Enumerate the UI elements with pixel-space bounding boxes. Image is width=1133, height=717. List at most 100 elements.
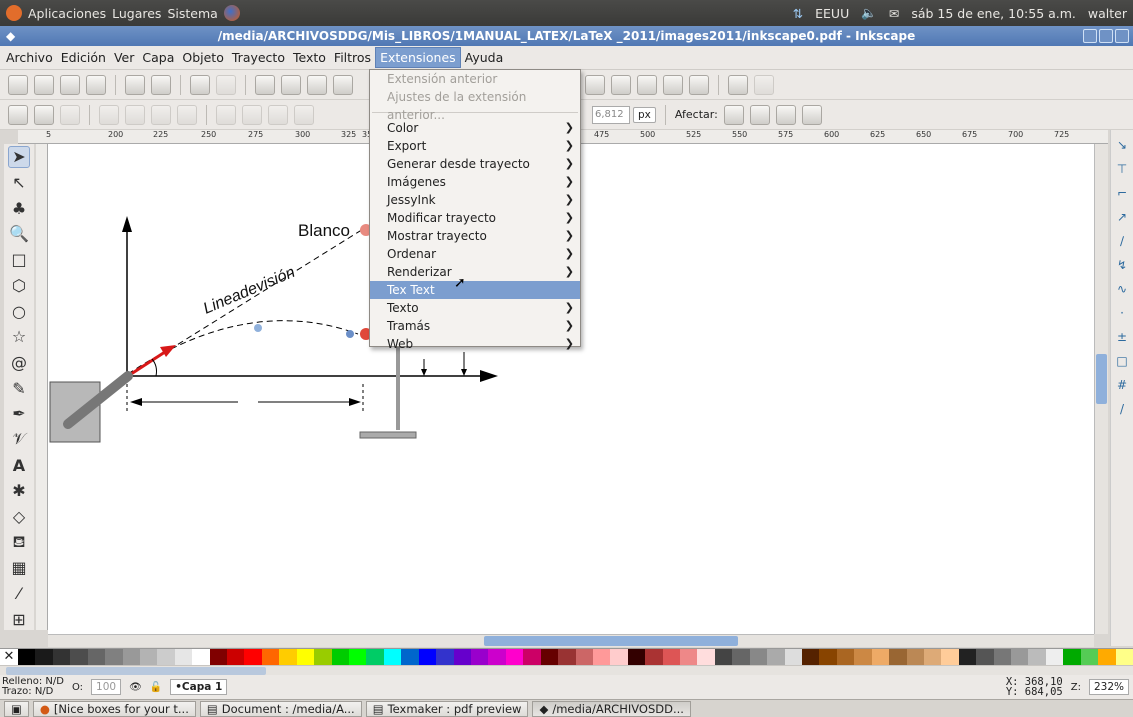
rotate-cw-icon[interactable] (125, 104, 145, 125)
horizontal-scrollbar[interactable] (48, 634, 1094, 647)
menu-extensiones[interactable]: Extensiones (375, 47, 461, 68)
menu-objeto[interactable]: Objeto (178, 48, 228, 67)
palette-swatch[interactable] (854, 649, 872, 665)
window-titlebar[interactable]: ◆ /media/ARCHIVOSDDG/Mis_LIBROS/1MANUAL_… (0, 26, 1133, 46)
ubuntu-logo-icon[interactable] (6, 5, 22, 21)
export-icon[interactable] (151, 74, 171, 95)
palette-swatch[interactable] (680, 649, 698, 665)
palette-swatch[interactable] (105, 649, 123, 665)
vertical-ruler[interactable] (36, 144, 48, 630)
palette-swatch[interactable] (1045, 649, 1064, 665)
menu-item-visualize-path[interactable]: Mostrar trayecto ❯ (370, 227, 580, 245)
menu-archivo[interactable]: Archivo (2, 48, 57, 67)
xml-editor-icon[interactable] (663, 74, 683, 95)
menu-item-export[interactable]: Export ❯ (370, 137, 580, 155)
palette-swatch[interactable] (1115, 649, 1133, 665)
menu-item-color[interactable]: Color ❯ (370, 119, 580, 137)
palette-swatch[interactable] (1080, 649, 1099, 665)
star-tool-icon[interactable]: ☆ (8, 326, 30, 348)
opacity-input[interactable]: 100 (91, 679, 122, 695)
palette-swatch[interactable] (139, 649, 158, 665)
pencil-tool-icon[interactable]: ✎ (8, 377, 30, 399)
user-menu[interactable]: walter (1088, 6, 1127, 21)
menu-item-text[interactable]: Texto ❯ (370, 299, 580, 317)
menu-ver[interactable]: Ver (110, 48, 138, 67)
pen-tool-icon[interactable]: ✒ (8, 403, 30, 425)
palette-swatch[interactable] (906, 649, 924, 665)
select-all-icon[interactable] (8, 104, 28, 125)
snap-midpoint-icon[interactable]: · (1120, 306, 1124, 320)
raise-icon[interactable] (242, 104, 262, 125)
scale-corners-icon[interactable] (749, 104, 770, 125)
taskbar-item-inkscape[interactable]: ◆/media/ARCHIVOSDD... (532, 700, 691, 717)
selector-tool-icon[interactable]: ➤ (8, 146, 30, 168)
palette-swatch[interactable] (871, 649, 890, 665)
snap-center-icon[interactable]: ± (1117, 330, 1127, 344)
menu-item-tex-text[interactable]: Tex Text (370, 281, 580, 299)
menu-capa[interactable]: Capa (138, 48, 178, 67)
lower-icon[interactable] (268, 104, 288, 125)
palette-swatch[interactable] (540, 649, 559, 665)
palette-swatch[interactable] (401, 649, 419, 665)
menu-sistema[interactable]: Sistema (167, 6, 217, 21)
palette-swatch[interactable] (558, 649, 576, 665)
palette-swatch[interactable] (157, 649, 175, 665)
snap-bbox-icon[interactable]: ⊤ (1117, 162, 1127, 176)
copy-icon[interactable] (255, 74, 275, 95)
palette-swatch[interactable] (174, 649, 193, 665)
print-icon[interactable] (86, 74, 106, 95)
horizontal-scroll-thumb[interactable] (484, 636, 738, 646)
palette-swatch[interactable] (801, 649, 820, 665)
align-distribute-icon[interactable] (689, 74, 709, 95)
redo-icon[interactable] (216, 74, 236, 95)
close-button[interactable] (1115, 29, 1129, 43)
layer-lock-icon[interactable]: 🔓 (150, 682, 162, 693)
palette-swatch[interactable] (192, 649, 210, 665)
menu-lugares[interactable]: Lugares (112, 6, 161, 21)
rectangle-tool-icon[interactable]: □ (8, 249, 30, 271)
open-document-icon[interactable] (34, 74, 54, 95)
snap-smooth-icon[interactable]: ∿ (1117, 282, 1127, 296)
mail-icon[interactable]: ✉ (889, 6, 899, 21)
palette-swatch[interactable] (627, 649, 646, 665)
palette-swatch[interactable] (749, 649, 768, 665)
snap-guide-icon[interactable]: / (1120, 402, 1124, 416)
palette-swatch[interactable] (505, 649, 524, 665)
palette-swatch[interactable] (714, 649, 733, 665)
cut-icon[interactable] (281, 74, 301, 95)
palette-swatch[interactable] (488, 649, 506, 665)
snap-nodes-icon[interactable]: ⌐ (1117, 186, 1127, 200)
layer-visibility-icon[interactable]: 👁 (129, 682, 142, 693)
palette-swatch[interactable] (1028, 649, 1046, 665)
menu-item-rasters[interactable]: Tramás ❯ (370, 317, 580, 335)
palette-swatch[interactable] (366, 649, 384, 665)
palette-swatch[interactable] (941, 649, 959, 665)
taskbar-item-texmaker[interactable]: ▤ Texmaker : pdf preview (365, 700, 529, 717)
snap-grid-icon[interactable]: # (1117, 378, 1127, 392)
dropper-tool-icon[interactable]: ⁄ (8, 583, 30, 605)
3d-box-tool-icon[interactable]: ⬡ (8, 274, 30, 296)
network-icon[interactable]: ⇅ (793, 6, 803, 21)
lower-to-bottom-icon[interactable] (294, 104, 314, 125)
stroke-value[interactable]: N/D (35, 686, 54, 697)
ellipse-tool-icon[interactable]: ○ (8, 300, 30, 322)
palette-swatch[interactable] (383, 649, 402, 665)
palette-swatch[interactable] (662, 649, 681, 665)
deselect-icon[interactable] (60, 104, 80, 125)
palette-swatch[interactable] (1098, 649, 1116, 665)
maximize-button[interactable] (1099, 29, 1113, 43)
palette-swatch[interactable] (610, 649, 628, 665)
palette-swatch[interactable] (470, 649, 489, 665)
preferences-icon[interactable] (728, 74, 748, 95)
palette-swatch[interactable] (436, 649, 454, 665)
palette-swatch[interactable] (35, 649, 53, 665)
import-icon[interactable] (125, 74, 145, 95)
menu-trayecto[interactable]: Trayecto (228, 48, 289, 67)
zoom-tool-icon[interactable]: 🔍 (8, 223, 30, 245)
eraser-tool-icon[interactable]: ◇ (8, 506, 30, 528)
menu-item-previous-extension-settings[interactable]: Ajustes de la extensión anterior... (370, 88, 580, 122)
layer-selector[interactable]: •Capa 1 (170, 679, 228, 695)
clock[interactable]: sáb 15 de ene, 10:55 a.m. (911, 6, 1076, 21)
fill-stroke-icon[interactable] (585, 74, 605, 95)
minimize-button[interactable] (1083, 29, 1097, 43)
